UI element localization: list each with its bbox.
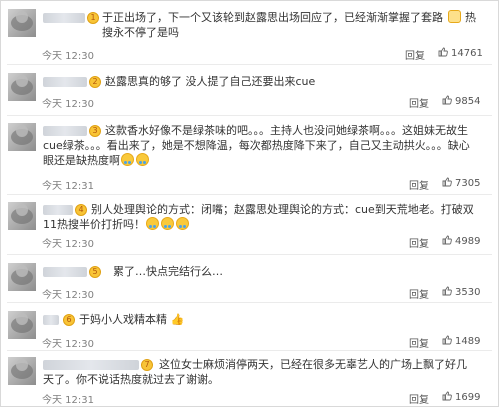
reply-button[interactable]: 回复 xyxy=(409,95,429,110)
crying-emoji-icon xyxy=(176,217,189,230)
comment-feed: 1 于正出场了，下一个又该轮到赵露思出场回应了，已经渐渐掌握了套路 热搜永不停了… xyxy=(0,0,499,407)
reply-button[interactable]: 回复 xyxy=(409,286,429,301)
comment-text: 赵露思真的够了 没人提了自己还要出来cue xyxy=(105,75,316,88)
crying-emoji-icon xyxy=(146,217,159,230)
timestamp: 今天 12:30 xyxy=(42,290,94,301)
comment-body: 别人处理舆论的方式：闭嘴；赵露思处理舆论的方式：cue到天荒地老。打破双11热搜… xyxy=(43,203,474,231)
timestamp: 今天 12:31 xyxy=(42,395,94,406)
avatar[interactable] xyxy=(8,357,36,385)
comment-body: 于妈小人戏精本精 xyxy=(79,313,167,326)
comment-text: 累了…快点完结行么… xyxy=(113,265,223,278)
crying-emoji-icon xyxy=(161,217,174,230)
comment-item: 5 累了…快点完结行么… 今天 12:30 回复 3530 xyxy=(1,255,498,301)
like-count: 9854 xyxy=(455,96,481,107)
comment-text: 这款香水好像不是绿茶味的吧。。。主持人也没问她绿茶啊。。。这姐妹无故生cue绿茶… xyxy=(43,123,476,168)
cat-emoji-icon xyxy=(447,10,461,23)
comment-text: 别人处理舆论的方式：闭嘴；赵露思处理舆论的方式：cue到天荒地老。打破双11热搜… xyxy=(43,202,476,232)
member-badge-icon: 2 xyxy=(89,76,101,88)
username-redacted[interactable] xyxy=(43,13,85,23)
timestamp: 今天 12:30 xyxy=(42,51,94,62)
like-button[interactable]: 14761 xyxy=(438,47,483,59)
like-button[interactable]: 4989 xyxy=(442,235,480,247)
username-redacted[interactable] xyxy=(43,267,87,277)
member-badge-icon: 1 xyxy=(87,12,99,24)
reply-button[interactable]: 回复 xyxy=(409,177,429,192)
thumbs-up-emoji-icon: 👍 xyxy=(170,313,185,326)
like-button[interactable]: 1489 xyxy=(442,335,480,347)
like-button[interactable]: 3530 xyxy=(442,286,480,298)
timestamp: 今天 12:31 xyxy=(42,181,94,192)
comment-text: 于正出场了，下一个又该轮到赵露思出场回应了，已经渐渐掌握了套路 热搜永不停了是吗 xyxy=(102,10,476,40)
like-count: 3530 xyxy=(455,287,481,298)
comment-body: 于正出场了，下一个又该轮到赵露思出场回应了，已经渐渐掌握了套路 xyxy=(102,11,447,24)
like-count: 14761 xyxy=(451,48,483,59)
thumbs-up-icon xyxy=(442,95,452,105)
reply-button[interactable]: 回复 xyxy=(409,391,429,406)
member-badge-icon: 6 xyxy=(63,314,75,326)
comment-item: 7 这位女士麻烦消停两天，已经在很多无辜艺人的广场上飘了好几天了。你不说话热度就… xyxy=(1,351,498,406)
reply-button[interactable]: 回复 xyxy=(405,47,425,62)
thumbs-up-icon xyxy=(442,335,452,345)
username-redacted[interactable] xyxy=(43,77,87,87)
crying-emoji-icon xyxy=(121,153,134,166)
comment-item: 4 别人处理舆论的方式：闭嘴；赵露思处理舆论的方式：cue到天荒地老。打破双11… xyxy=(1,195,498,253)
avatar[interactable] xyxy=(8,73,36,101)
avatar[interactable] xyxy=(8,123,36,151)
like-count: 4989 xyxy=(455,236,481,247)
avatar[interactable] xyxy=(8,311,36,339)
member-badge-icon: 5 xyxy=(89,266,101,278)
avatar[interactable] xyxy=(8,9,36,37)
thumbs-up-icon xyxy=(442,235,452,245)
like-count: 1699 xyxy=(455,392,481,403)
timestamp: 今天 12:30 xyxy=(42,239,94,250)
comment-body: 这款香水好像不是绿茶味的吧。。。主持人也没问她绿茶啊。。。这姐妹无故生cue绿茶… xyxy=(43,124,470,167)
thumbs-up-icon xyxy=(442,177,452,187)
comment-item: 6 于妈小人戏精本精 👍 今天 12:30 回复 1489 xyxy=(1,303,498,350)
comment-text: 于妈小人戏精本精 👍 xyxy=(79,312,476,327)
like-button[interactable]: 7305 xyxy=(442,177,480,189)
like-count: 7305 xyxy=(455,178,481,189)
like-button[interactable]: 9854 xyxy=(442,95,480,107)
comment-text: 这位女士麻烦消停两天，已经在很多无辜艺人的广场上飘了好几天了。你不说话热度就过去… xyxy=(43,358,467,386)
timestamp: 今天 12:30 xyxy=(42,339,94,350)
thumbs-up-icon xyxy=(438,47,448,57)
avatar[interactable] xyxy=(8,263,36,291)
avatar[interactable] xyxy=(8,202,36,230)
thumbs-up-icon xyxy=(442,391,452,401)
username-redacted[interactable] xyxy=(43,315,59,325)
like-button[interactable]: 1699 xyxy=(442,391,480,403)
reply-button[interactable]: 回复 xyxy=(409,335,429,350)
like-count: 1489 xyxy=(455,336,481,347)
timestamp: 今天 12:30 xyxy=(42,99,94,110)
comment-item: 2 赵露思真的够了 没人提了自己还要出来cue 今天 12:30 回复 9854 xyxy=(1,65,498,110)
reply-button[interactable]: 回复 xyxy=(409,235,429,250)
crying-emoji-icon xyxy=(136,153,149,166)
comment-item: 1 于正出场了，下一个又该轮到赵露思出场回应了，已经渐渐掌握了套路 热搜永不停了… xyxy=(1,1,498,65)
thumbs-up-icon xyxy=(442,286,452,296)
comment-item: 3 这款香水好像不是绿茶味的吧。。。主持人也没问她绿茶啊。。。这姐妹无故生cue… xyxy=(1,116,498,194)
